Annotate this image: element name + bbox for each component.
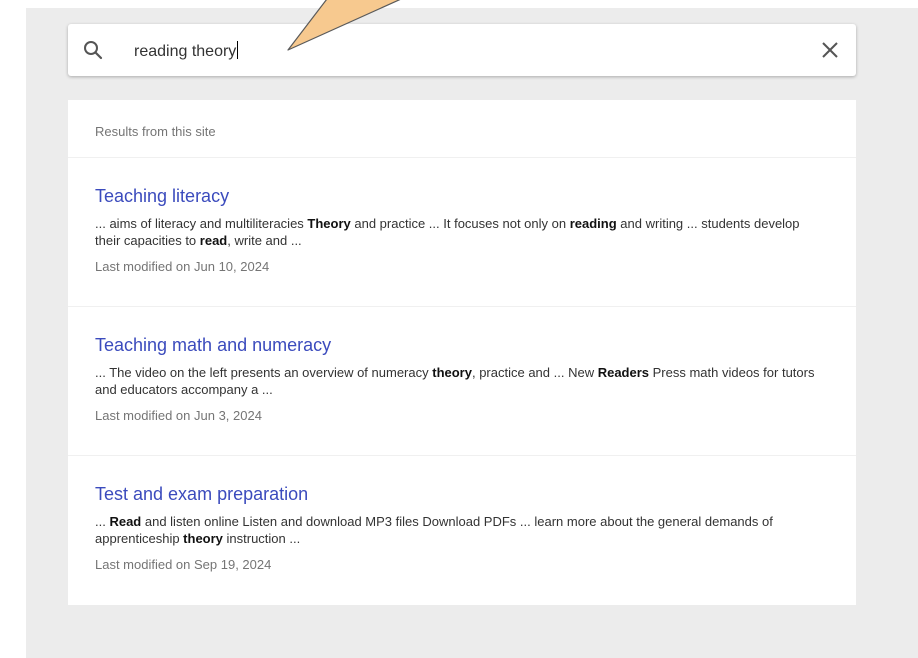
result-modified-date: Last modified on Jun 3, 2024 [95, 408, 262, 423]
search-result: Teaching literacy ... aims of literacy an… [68, 158, 856, 307]
snippet-highlight: Readers [597, 365, 650, 380]
result-list: Teaching literacy ... aims of literacy an… [68, 158, 856, 605]
snippet-highlight: reading [569, 216, 617, 231]
result-modified-date: Last modified on Sep 19, 2024 [95, 557, 272, 572]
result-snippet: ... Read and listen online Listen and do… [95, 513, 820, 547]
result-title-link[interactable]: Test and exam preparation [95, 482, 820, 506]
snippet-text: ... The video on the left presents an ov… [95, 365, 433, 380]
result-title-link[interactable]: Teaching math and numeracy [95, 333, 820, 357]
result-snippet: ... The video on the left presents an ov… [95, 364, 820, 398]
snippet-text: and practice ... It focuses not only on [350, 216, 570, 231]
snippet-text: ... [95, 514, 110, 529]
close-icon[interactable] [820, 40, 840, 60]
search-results-panel: Results from this site Teaching literacy… [68, 100, 856, 605]
snippet-highlight: theory [183, 531, 223, 546]
text-cursor [237, 41, 239, 59]
result-title-link[interactable]: Teaching literacy [95, 184, 820, 208]
search-query-text: reading theory [134, 43, 237, 60]
snippet-text: ... aims of literacy and multiliteracies [95, 216, 308, 231]
result-modified-date: Last modified on Jun 10, 2024 [95, 259, 270, 274]
search-icon[interactable] [82, 39, 104, 61]
results-header: Results from this site [68, 100, 856, 158]
result-snippet: ... aims of literacy and multiliteracies… [95, 215, 820, 249]
snippet-highlight: read [199, 233, 228, 248]
snippet-highlight: Read [109, 514, 142, 529]
snippet-highlight: Theory [307, 216, 351, 231]
snippet-text: instruction ... [222, 531, 301, 546]
search-bar[interactable]: reading theory [68, 24, 856, 76]
search-input[interactable]: reading theory [134, 41, 239, 61]
snippet-text: , practice and ... New [471, 365, 598, 380]
snippet-highlight: theory [432, 365, 472, 380]
search-result: Teaching math and numeracy ... The video … [68, 307, 856, 456]
snippet-text: , write and ... [227, 233, 302, 248]
search-result: Test and exam preparation ... Read and li… [68, 456, 856, 605]
